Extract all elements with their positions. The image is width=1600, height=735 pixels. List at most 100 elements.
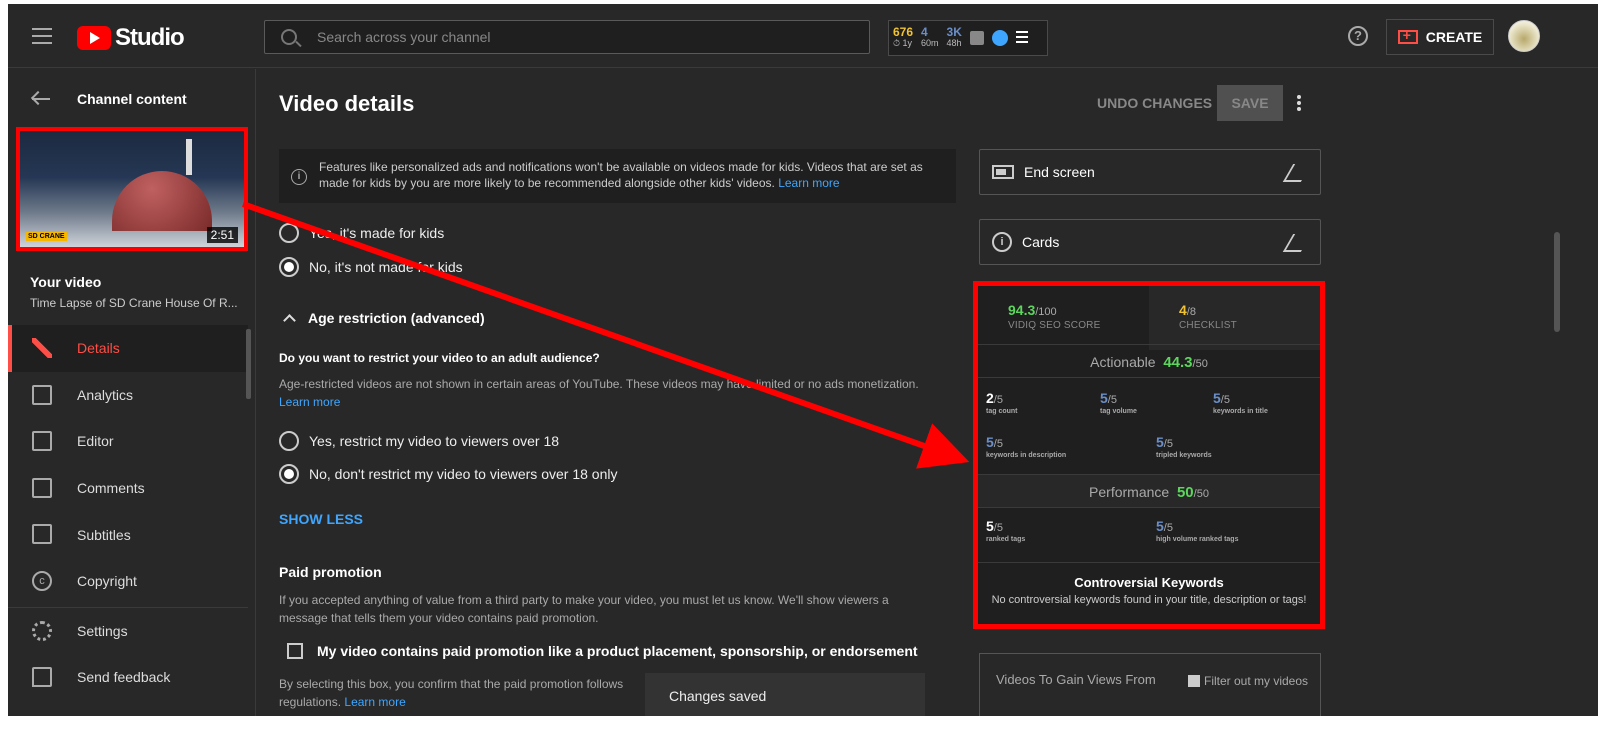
age-learn-more-link[interactable]: Learn more bbox=[279, 395, 340, 409]
avatar[interactable] bbox=[1508, 20, 1540, 52]
studio-window: Studio 676 ⏱ 1y 4 60m 3K 48h ? bbox=[8, 4, 1598, 716]
editor-icon bbox=[32, 431, 52, 452]
metric-tripled-keywords: 5/5 tripled keywords bbox=[1156, 434, 1212, 459]
sidebar-item-comments[interactable]: Comments bbox=[8, 465, 248, 512]
more-options-icon[interactable] bbox=[1297, 95, 1301, 113]
sidebar: Channel content SD CRANE 2:51 Your video… bbox=[8, 69, 256, 716]
pencil-icon bbox=[32, 338, 52, 358]
sidebar-item-label: Analytics bbox=[77, 386, 134, 403]
sidebar-item-subtitles[interactable]: Subtitles bbox=[8, 511, 248, 558]
radio-circle bbox=[279, 431, 299, 451]
comments-icon bbox=[32, 477, 52, 498]
logo-text: Studio bbox=[115, 24, 185, 51]
controversial-keywords: Controversial Keywords No controversial … bbox=[978, 562, 1320, 624]
list-icon[interactable] bbox=[1015, 30, 1028, 46]
sidebar-item-label: Settings bbox=[77, 622, 128, 639]
your-video-label: Your video bbox=[30, 274, 102, 290]
thumbnail-spire bbox=[186, 139, 192, 175]
subtitles-icon bbox=[32, 524, 52, 545]
paid-promotion-heading: Paid promotion bbox=[279, 564, 382, 580]
undo-changes-button[interactable]: UNDO CHANGES bbox=[1097, 95, 1212, 111]
videos-to-gain-views-panel: Videos To Gain Views From Filter out my … bbox=[979, 653, 1321, 716]
kids-no-radio[interactable]: No, it's not made for kids bbox=[279, 257, 463, 277]
checkbox-box bbox=[287, 643, 303, 659]
age-no-radio[interactable]: No, don't restrict my video to viewers o… bbox=[279, 464, 617, 484]
age-question: Do you want to restrict your video to an… bbox=[279, 351, 600, 365]
info-icon: i bbox=[291, 169, 307, 185]
end-screen-label: End screen bbox=[1024, 164, 1095, 180]
paid-promotion-description: If you accepted anything of value from a… bbox=[279, 593, 889, 625]
stat-subscribers: 676 ⏱ 1y bbox=[893, 25, 914, 48]
tab-checklist[interactable]: 4/8 CHECKLIST bbox=[1149, 286, 1320, 350]
help-icon[interactable]: ? bbox=[1348, 26, 1368, 46]
end-screen-button[interactable]: End screen bbox=[979, 149, 1321, 195]
info-learn-more-link[interactable]: Learn more bbox=[778, 176, 839, 190]
sidebar-item-editor[interactable]: Editor bbox=[8, 418, 248, 465]
made-for-kids-info: i Features like personalized ads and not… bbox=[279, 149, 956, 203]
create-button[interactable]: CREATE bbox=[1386, 19, 1494, 55]
video-thumbnail[interactable]: SD CRANE 2:51 bbox=[16, 127, 248, 251]
menu-icon[interactable] bbox=[32, 28, 52, 44]
sidebar-item-copyright[interactable]: c Copyright bbox=[8, 558, 248, 605]
vtg-title: Videos To Gain Views From bbox=[996, 672, 1156, 687]
sidebar-scrollbar[interactable] bbox=[246, 329, 251, 399]
vidiq-seo-panel: 94.3/100 VIDIQ SEO SCORE 4/8 CHECKLIST A… bbox=[973, 281, 1325, 629]
main-scrollbar[interactable] bbox=[1554, 232, 1560, 332]
chevron-up-icon bbox=[283, 314, 296, 327]
metric-keywords-in-title: 5/5 keywords in title bbox=[1213, 390, 1268, 415]
sidebar-item-label: Send feedback bbox=[77, 669, 171, 686]
filter-my-videos-checkbox[interactable]: Filter out my videos bbox=[1188, 674, 1308, 688]
sidebar-item-analytics[interactable]: Analytics bbox=[8, 372, 248, 419]
sidebar-item-label: Details bbox=[77, 340, 120, 357]
page-title: Video details bbox=[279, 91, 415, 116]
create-video-icon bbox=[1397, 27, 1418, 44]
metric-tag-volume: 5/5 tag volume bbox=[1100, 390, 1137, 415]
studio-logo[interactable]: Studio bbox=[77, 24, 185, 52]
paid-learn-more-link[interactable]: Learn more bbox=[344, 695, 405, 709]
paid-checkbox-label: My video contains paid promotion like a … bbox=[317, 643, 918, 659]
age-restriction-toggle[interactable]: Age restriction (advanced) bbox=[279, 310, 485, 327]
metric-ranked-tags: 5/5 ranked tags bbox=[986, 518, 1026, 543]
radio-circle bbox=[279, 257, 299, 277]
kids-yes-radio[interactable]: Yes, it's made for kids bbox=[279, 223, 444, 243]
info-icon: i bbox=[992, 232, 1012, 252]
sidebar-item-label: Copyright bbox=[77, 573, 137, 590]
sidebar-item-send-feedback[interactable]: Send feedback bbox=[8, 654, 248, 701]
age-no-label: No, don't restrict my video to viewers o… bbox=[309, 466, 618, 482]
gear-icon bbox=[32, 620, 52, 641]
video-duration: 2:51 bbox=[206, 227, 238, 243]
age-heading: Age restriction (advanced) bbox=[308, 310, 485, 326]
analytics-icon bbox=[32, 384, 52, 405]
paid-promotion-checkbox[interactable]: My video contains paid promotion like a … bbox=[287, 643, 918, 659]
create-label: CREATE bbox=[1425, 29, 1483, 45]
save-button[interactable]: SAVE bbox=[1217, 85, 1283, 121]
age-yes-radio[interactable]: Yes, restrict my video to viewers over 1… bbox=[279, 431, 559, 451]
back-arrow-icon[interactable] bbox=[32, 93, 52, 105]
age-description: Age-restricted videos are not shown in c… bbox=[279, 377, 919, 409]
thumbnail-dome bbox=[112, 171, 212, 231]
age-yes-label: Yes, restrict my video to viewers over 1… bbox=[309, 433, 560, 449]
search-icon bbox=[281, 29, 297, 45]
chart-icon[interactable] bbox=[969, 31, 984, 45]
vidiq-icon[interactable] bbox=[991, 30, 1008, 46]
sidebar-item-details[interactable]: Details bbox=[8, 325, 248, 372]
main-content: Video details UNDO CHANGES SAVE i Featur… bbox=[257, 69, 1598, 716]
edit-pencil-icon bbox=[1282, 164, 1312, 182]
metric-high-volume-ranked-tags: 5/5 high volume ranked tags bbox=[1156, 518, 1239, 543]
search-bar[interactable] bbox=[264, 20, 870, 54]
stat-recent: 4 60m bbox=[921, 25, 939, 48]
cards-label: Cards bbox=[1022, 234, 1060, 250]
actionable-header: Actionable 44.3/50 bbox=[978, 344, 1320, 378]
show-less-button[interactable]: SHOW LESS bbox=[279, 511, 363, 527]
seo-tabs: 94.3/100 VIDIQ SEO SCORE 4/8 CHECKLIST bbox=[978, 286, 1320, 350]
search-input[interactable] bbox=[317, 21, 857, 53]
tab-seo-score[interactable]: 94.3/100 VIDIQ SEO SCORE bbox=[978, 286, 1149, 350]
sidebar-item-label: Subtitles bbox=[77, 526, 131, 543]
kids-no-label: No, it's not made for kids bbox=[309, 259, 463, 275]
metric-keywords-in-description: 5/5 keywords in description bbox=[986, 434, 1067, 459]
sidebar-item-label: Comments bbox=[77, 480, 145, 497]
vidiq-stats-widget[interactable]: 676 ⏱ 1y 4 60m 3K 48h bbox=[888, 20, 1048, 56]
sidebar-item-settings[interactable]: Settings bbox=[8, 608, 248, 655]
cards-button[interactable]: i Cards bbox=[979, 219, 1321, 265]
performance-header: Performance 50/50 bbox=[978, 474, 1320, 508]
